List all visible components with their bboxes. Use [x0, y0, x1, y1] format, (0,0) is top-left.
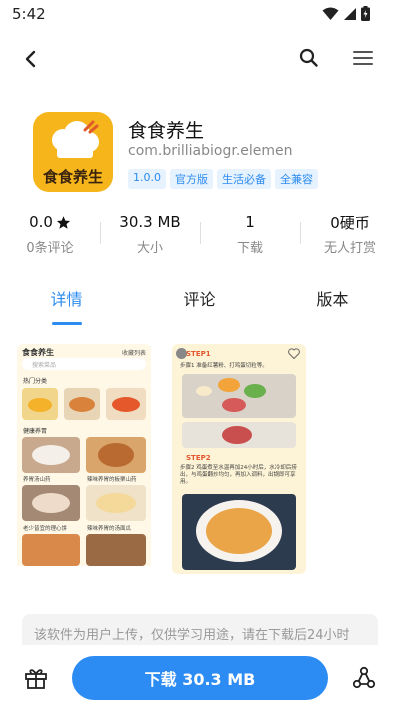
shot1-nav-bar	[17, 566, 151, 574]
shot1-recipe-image	[22, 534, 80, 566]
shot2-step1-label: STEP1	[186, 350, 211, 358]
rating-stat: 0.0 0条评论	[0, 212, 100, 256]
shot1-food-thumb	[64, 388, 100, 420]
downloads-label: 下载	[236, 241, 263, 256]
shot1-caption: 老少皆宜的理心饼	[23, 526, 68, 532]
signal-icon	[344, 7, 356, 20]
version-tag: 1.0.0	[128, 169, 166, 189]
active-tab-indicator	[52, 322, 82, 325]
tips-stat: 0硬币 无人打赏	[300, 212, 400, 257]
screenshot-1[interactable]: 食食养生 收藏列表 搜索菜品 热门分类 健康养胃 养胃汤山药 辣味养胃的板栗山药…	[17, 344, 151, 574]
shot1-recipe-image	[22, 437, 80, 473]
gift-icon	[25, 669, 47, 689]
shot2-noodles-image	[182, 494, 296, 570]
status-time: 5:42	[12, 5, 46, 23]
downloads-value: 1	[245, 213, 255, 231]
shot1-search-placeholder: 搜索菜品	[32, 362, 57, 369]
detail-tabs: 详情 评论 版本	[0, 286, 400, 326]
gift-button[interactable]	[23, 665, 49, 691]
share-button[interactable]	[351, 665, 377, 691]
search-icon	[299, 48, 318, 67]
download-button[interactable]: 下载 30.3 MB	[72, 656, 328, 700]
app-name: 食食养生	[128, 120, 205, 142]
menu-button[interactable]	[350, 45, 376, 71]
shot1-caption: 辣味养胃的板栗山药	[87, 477, 137, 483]
size-label: 大小	[136, 241, 163, 256]
bottom-action-bar: 下载 30.3 MB	[0, 645, 400, 711]
compatibility-tag: 全兼容	[275, 169, 318, 189]
rating-value: 0.0	[29, 213, 53, 231]
rating-label: 0条评论	[26, 241, 74, 256]
back-button[interactable]	[18, 46, 44, 72]
app-package-name: com.brilliabiogr.elemen	[128, 143, 293, 159]
shot1-fav: 收藏列表	[121, 350, 146, 357]
shot2-step2-label: STEP2	[186, 454, 211, 462]
tab-reviews[interactable]: 评论	[133, 286, 266, 310]
shot1-caption: 辣味养胃的汤面瓜	[87, 526, 132, 532]
shot1-recipe-image	[86, 534, 146, 566]
tab-versions[interactable]: 版本	[266, 286, 399, 310]
shot2-step1-text: 步骤1 准备红薯粉、打鸡蛋切粒等。	[180, 363, 268, 369]
chevron-left-icon	[25, 50, 36, 68]
status-icons	[322, 6, 370, 21]
tab-details[interactable]: 详情	[0, 286, 133, 310]
battery-icon	[361, 6, 370, 21]
app-bar	[0, 36, 400, 80]
category-tag: 生活必备	[217, 169, 271, 189]
star-icon	[56, 215, 70, 229]
shot1-search-box: 搜索菜品	[22, 358, 146, 370]
hamburger-menu-icon	[353, 51, 373, 65]
size-value: 30.3 MB	[119, 213, 181, 231]
screenshot-2[interactable]: STEP1 步骤1 准备红薯粉、打鸡蛋切粒等。 STEP2 步骤2 鸡蛋煮至水温…	[172, 344, 306, 574]
tips-label: 无人打赏	[323, 241, 376, 256]
tips-value: 0硬币	[330, 213, 370, 232]
share-icon	[352, 666, 376, 689]
status-bar: 5:42	[0, 0, 400, 28]
search-button[interactable]	[296, 45, 322, 71]
app-icon: 食食养生	[33, 112, 113, 192]
app-tags: 1.0.0 官方版 生活必备 全兼容	[128, 169, 318, 189]
shot1-food-thumb	[106, 388, 146, 420]
shot1-recipe-image	[22, 485, 80, 521]
app-icon-label: 食食养生	[42, 168, 103, 186]
official-tag: 官方版	[170, 169, 213, 189]
shot1-food-thumb	[22, 388, 58, 420]
size-stat: 30.3 MB 大小	[100, 212, 200, 256]
shot2-meat-image	[182, 422, 296, 448]
shot1-brand: 食食养生	[22, 348, 54, 357]
shot2-ingredients-image	[182, 374, 296, 418]
shot1-caption: 养胃汤山药	[23, 477, 51, 483]
downloads-stat: 1 下载	[200, 212, 300, 256]
shot1-recipe-image	[86, 485, 146, 521]
app-stats: 0.0 0条评论 30.3 MB 大小 1 下载 0硬币 无人打赏	[0, 212, 400, 256]
shot1-recipe-image	[86, 437, 146, 473]
shot1-hot-label: 热门分类	[23, 378, 48, 385]
shot1-recipes-label: 健康养胃	[23, 428, 48, 435]
wifi-icon	[322, 7, 339, 20]
shot2-step2-text: 步骤2 鸡蛋煮至水温再加24小时后，水冷却后捞出，与鸡蛋翻炒均匀，再加入调料，出…	[180, 465, 297, 485]
shot2-heart-icon	[288, 348, 300, 359]
